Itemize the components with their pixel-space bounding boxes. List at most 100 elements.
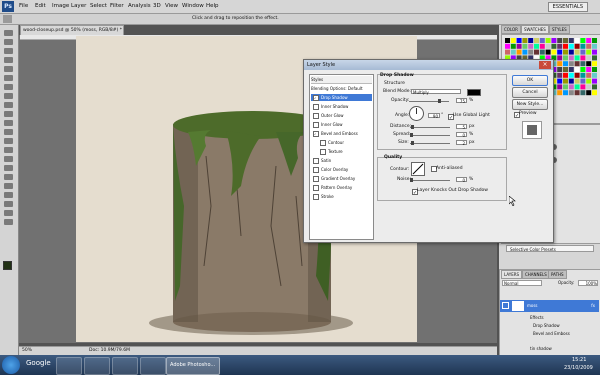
noise-field[interactable]: 0	[456, 177, 467, 183]
crop-tool-icon[interactable]	[4, 66, 13, 72]
blending-options[interactable]: Blending Options: Default	[311, 85, 372, 92]
style-item-inner-glow[interactable]: Inner Glow	[311, 121, 372, 128]
angle-dial[interactable]	[409, 106, 424, 121]
blur-tool-icon[interactable]	[4, 138, 13, 144]
style-item-bevel-and-emboss[interactable]: ✓ Bevel and Emboss	[311, 130, 372, 137]
menu-file[interactable]: File	[19, 0, 28, 13]
3d-rotate-tool-icon[interactable]	[4, 192, 13, 198]
media-taskbar-icon[interactable]	[84, 357, 110, 375]
adjustment-preset-item[interactable]: Selective Color Presets	[506, 245, 594, 252]
noise-slider[interactable]	[410, 180, 450, 181]
gallery-taskbar-icon[interactable]	[140, 357, 166, 375]
effects-row[interactable]: Effects	[530, 315, 544, 320]
cancel-button[interactable]: Cancel	[512, 87, 548, 98]
spread-slider-knob[interactable]	[410, 133, 413, 137]
distance-field[interactable]: 5	[456, 124, 467, 130]
tab-swatches[interactable]: SWATCHES	[521, 25, 549, 34]
opacity-slider[interactable]	[409, 101, 449, 102]
style-item-color-overlay[interactable]: Color Overlay	[311, 166, 372, 173]
menu-window[interactable]: Window	[182, 0, 204, 13]
quick-select-tool-icon[interactable]	[4, 57, 13, 63]
size-field[interactable]: 2	[456, 140, 467, 146]
opacity-field[interactable]: 100%	[578, 280, 598, 286]
style-item-gradient-overlay[interactable]: Gradient Overlay	[311, 175, 372, 182]
stamp-tool-icon[interactable]	[4, 102, 13, 108]
style-item-contour[interactable]: Contour	[318, 139, 379, 146]
dodge-tool-icon[interactable]	[4, 147, 13, 153]
spread-slider[interactable]	[410, 135, 450, 136]
type-tool-icon[interactable]	[4, 165, 13, 171]
tab-channels[interactable]: CHANNELS	[522, 270, 550, 279]
taskbar-google[interactable]: Google	[26, 359, 51, 367]
style-checkbox[interactable]	[320, 140, 326, 146]
effect-bevel-emboss[interactable]: Bevel and Emboss	[533, 331, 570, 336]
start-button-icon[interactable]	[2, 356, 20, 374]
noise-slider-knob[interactable]	[410, 178, 413, 182]
style-checkbox[interactable]	[320, 149, 326, 155]
menu-filter[interactable]: Filter	[110, 0, 124, 13]
shape-tool-icon[interactable]	[4, 183, 13, 189]
tab-styles[interactable]: STYLES	[549, 25, 570, 34]
contour-picker[interactable]	[411, 162, 425, 176]
menu-3d[interactable]: 3D	[153, 0, 161, 13]
path-select-tool-icon[interactable]	[4, 174, 13, 180]
marquee-tool-icon[interactable]	[4, 39, 13, 45]
gradient-tool-icon[interactable]	[4, 129, 13, 135]
foreground-color-swatch[interactable]	[3, 261, 12, 270]
distance-slider-knob[interactable]	[411, 125, 414, 129]
eraser-tool-icon[interactable]	[4, 120, 13, 126]
menu-edit[interactable]: Edit	[35, 0, 46, 13]
shadow-color-swatch[interactable]	[467, 89, 481, 96]
tab-color[interactable]: COLOR	[501, 25, 521, 34]
new-style-button[interactable]: New Style...	[512, 99, 548, 110]
style-checkbox[interactable]	[313, 122, 319, 128]
style-checkbox[interactable]	[313, 194, 319, 200]
move-tool-icon[interactable]	[3, 15, 12, 23]
style-item-texture[interactable]: Texture	[318, 148, 379, 155]
style-checkbox[interactable]	[313, 176, 319, 182]
angle-field[interactable]: 90	[428, 113, 440, 119]
ok-button[interactable]: OK	[512, 75, 548, 86]
style-checkbox[interactable]	[313, 185, 319, 191]
opacity-slider-knob[interactable]	[438, 99, 441, 103]
eyedropper-tool-icon[interactable]	[4, 75, 13, 81]
style-item-pattern-overlay[interactable]: Pattern Overlay	[311, 184, 372, 191]
spread-field[interactable]: 0	[456, 132, 467, 138]
browser-taskbar-icon[interactable]	[56, 357, 82, 375]
tab-layers[interactable]: LAYERS	[501, 270, 523, 279]
brush-tool-icon[interactable]	[4, 93, 13, 99]
style-item-satin[interactable]: Satin	[311, 157, 372, 164]
opacity-field[interactable]: 75	[456, 98, 467, 104]
effect-drop-shadow[interactable]: Drop Shadow	[533, 323, 560, 328]
style-checkbox[interactable]	[313, 167, 319, 173]
zoom-tool-icon[interactable]	[4, 219, 13, 225]
explorer-taskbar-icon[interactable]	[112, 357, 138, 375]
workspace-switcher[interactable]: ESSENTIALS	[547, 2, 588, 12]
style-item-inner-shadow[interactable]: Inner Shadow	[311, 103, 372, 110]
menu-analysis[interactable]: Analysis	[128, 0, 151, 13]
style-checkbox[interactable]	[313, 104, 319, 110]
style-item-stroke[interactable]: Stroke	[311, 193, 372, 200]
healing-tool-icon[interactable]	[4, 84, 13, 90]
menu-view[interactable]: View	[165, 0, 178, 13]
eye-icon[interactable]	[502, 302, 509, 309]
style-checkbox[interactable]: ✓	[313, 131, 319, 137]
pen-tool-icon[interactable]	[4, 156, 13, 162]
style-item-drop-shadow[interactable]: ✓ Drop Shadow	[311, 94, 372, 101]
menu-select[interactable]: Select	[90, 0, 107, 13]
3d-orbit-tool-icon[interactable]	[4, 201, 13, 207]
layer-row-moss[interactable]: moss fx	[500, 300, 599, 312]
size-slider[interactable]	[410, 143, 450, 144]
photoshop-taskbar-item[interactable]: Adobe Photosho...	[166, 357, 220, 375]
layer-row-tin-shadow[interactable]: tin shadow	[530, 346, 552, 351]
style-checkbox[interactable]	[313, 113, 319, 119]
size-slider-knob[interactable]	[411, 141, 414, 145]
style-checkbox[interactable]: ✓	[313, 95, 319, 101]
blend-mode-select[interactable]: Normal	[502, 280, 542, 286]
hand-tool-icon[interactable]	[4, 210, 13, 216]
style-item-outer-glow[interactable]: Outer Glow	[311, 112, 372, 119]
history-brush-tool-icon[interactable]	[4, 111, 13, 117]
close-icon[interactable]: ×	[539, 61, 551, 69]
menu-help[interactable]: Help	[206, 0, 219, 13]
tab-paths[interactable]: PATHS	[548, 270, 567, 279]
